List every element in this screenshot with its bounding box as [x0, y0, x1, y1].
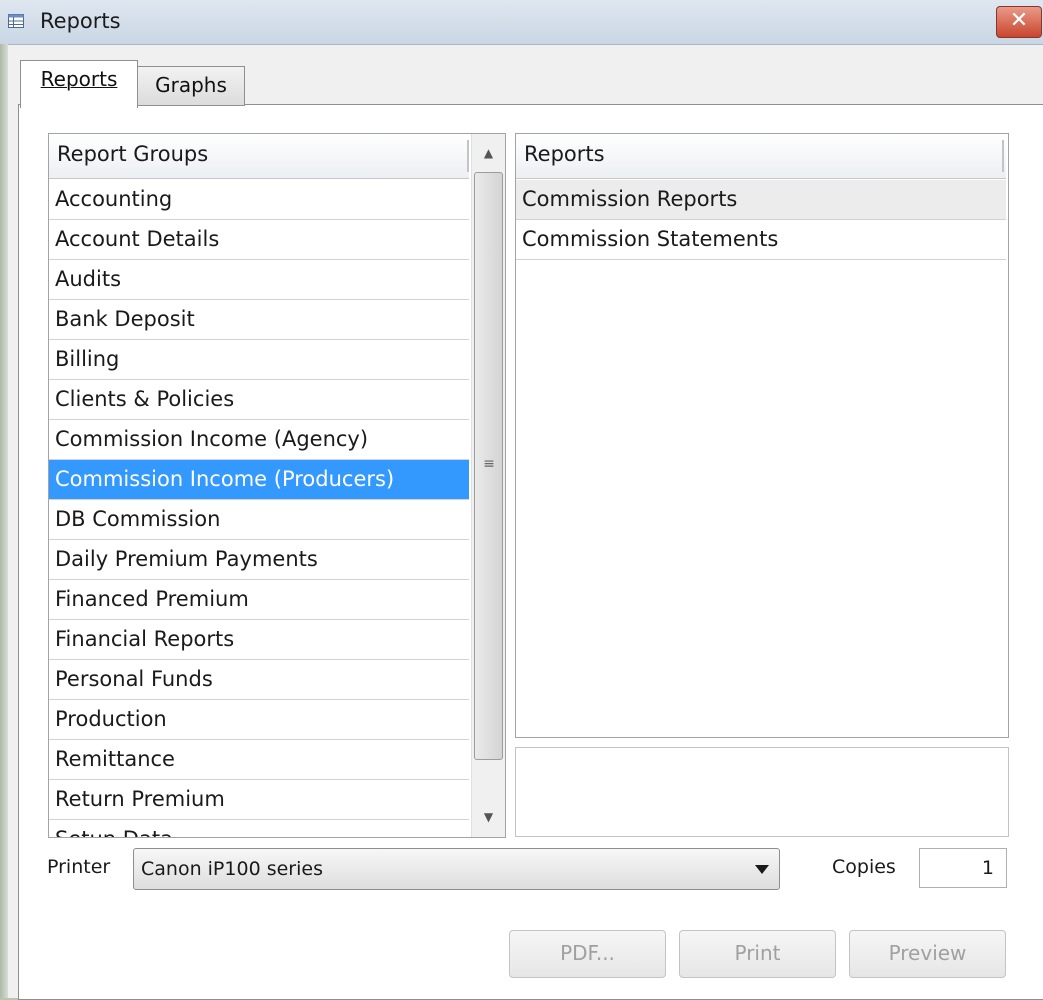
copies-input[interactable]	[919, 848, 1007, 888]
list-item[interactable]: Financial Reports	[49, 620, 469, 660]
list-item[interactable]: Production	[49, 700, 469, 740]
list-item[interactable]: Billing	[49, 340, 469, 380]
list-item[interactable]: Commission Reports	[516, 180, 1006, 220]
chevron-down-icon	[755, 865, 769, 874]
list-item[interactable]: Daily Premium Payments	[49, 540, 469, 580]
tab-reports-label: Reports	[40, 67, 118, 91]
list-item[interactable]: Return Premium	[49, 780, 469, 820]
list-item[interactable]: Audits	[49, 260, 469, 300]
printer-label: Printer	[47, 856, 111, 878]
list-item[interactable]: Financed Premium	[49, 580, 469, 620]
window-title: Reports	[40, 9, 121, 33]
reports-rows: Commission Reports Commission Statements	[516, 180, 1006, 260]
column-divider[interactable]	[1002, 140, 1004, 172]
vertical-scrollbar[interactable]: ▲ ≡ ▼	[471, 134, 505, 837]
preview-button[interactable]: Preview	[849, 930, 1006, 978]
preview-button-label: Preview	[888, 941, 967, 965]
list-item[interactable]: Accounting	[49, 180, 469, 220]
list-item[interactable]: Commission Income (Agency)	[49, 420, 469, 460]
list-item[interactable]: Setup Data	[49, 820, 469, 837]
reports-header[interactable]: Reports	[516, 134, 1006, 179]
printer-select[interactable]: Canon iP100 series	[133, 848, 780, 890]
tab-graphs[interactable]: Graphs	[137, 66, 245, 106]
list-item[interactable]: DB Commission	[49, 500, 469, 540]
list-item[interactable]: Commission Statements	[516, 220, 1006, 260]
reports-list[interactable]: Reports Commission Reports Commission Sta…	[515, 133, 1009, 738]
title-bar: Reports ✕	[0, 0, 1043, 45]
list-item[interactable]: Personal Funds	[49, 660, 469, 700]
scroll-down-arrow-icon[interactable]: ▼	[472, 800, 505, 834]
pdf-button-label: PDF...	[560, 941, 615, 965]
scrollbar-thumb[interactable]: ≡	[474, 172, 503, 760]
tab-reports[interactable]: Reports	[20, 60, 138, 108]
list-item[interactable]: Clients & Policies	[49, 380, 469, 420]
report-groups-rows: Accounting Account Details Audits Bank Depo…	[49, 180, 469, 837]
close-button[interactable]: ✕	[996, 6, 1042, 38]
list-item[interactable]: Account Details	[49, 220, 469, 260]
window-frame	[0, 44, 8, 998]
column-divider[interactable]	[467, 140, 469, 172]
reports-header-label: Reports	[524, 142, 605, 166]
scroll-up-arrow-icon[interactable]: ▲	[472, 136, 505, 170]
print-button[interactable]: Print	[679, 930, 836, 978]
reports-window: Reports ✕ Reports Graphs Report Groups A…	[0, 0, 1043, 1000]
printer-select-value: Canon iP100 series	[141, 858, 323, 880]
list-item[interactable]: Remittance	[49, 740, 469, 780]
tab-graphs-label: Graphs	[155, 73, 227, 97]
print-button-label: Print	[734, 941, 781, 965]
list-item[interactable]: Commission Income (Producers)	[49, 460, 469, 500]
report-groups-list[interactable]: Report Groups Accounting Account Details A…	[48, 133, 506, 838]
pdf-button[interactable]: PDF...	[509, 930, 666, 978]
report-groups-header[interactable]: Report Groups	[49, 134, 469, 179]
copies-label: Copies	[832, 856, 896, 878]
grip-icon: ≡	[483, 456, 495, 472]
report-groups-header-label: Report Groups	[57, 142, 209, 166]
list-item[interactable]: Bank Deposit	[49, 300, 469, 340]
table-icon	[8, 14, 24, 28]
report-description-box	[515, 747, 1009, 837]
close-icon: ✕	[1009, 8, 1029, 33]
